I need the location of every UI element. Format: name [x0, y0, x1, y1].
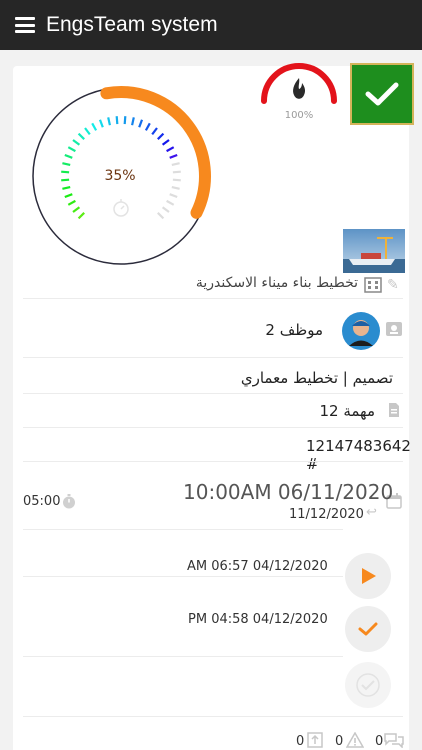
divider: [23, 529, 343, 530]
stopwatch-icon: [113, 199, 129, 217]
divider: [23, 716, 403, 717]
employee-name[interactable]: موظف 2: [265, 321, 323, 339]
avatar[interactable]: [341, 311, 381, 351]
gauge-tick: [107, 117, 111, 126]
gauge-tick: [91, 122, 98, 131]
gauge-tick: [64, 153, 73, 159]
gauge-tick: [123, 116, 127, 125]
building-icon: [364, 277, 382, 293]
gauge-tick: [67, 146, 76, 153]
start-datetime: 10:00AM 06/11/2020: [183, 480, 394, 504]
end-date: 11/12/2020: [289, 507, 364, 522]
comments-icon[interactable]: [384, 732, 404, 748]
project-id: 12147483642 #: [306, 437, 422, 473]
progress-arc: [100, 86, 211, 219]
app-bar: EngsTeam system: [0, 0, 422, 50]
warning-icon[interactable]: [346, 732, 364, 748]
double-check-icon: [356, 673, 380, 697]
gauge-tick: [161, 206, 170, 213]
play-icon: [362, 568, 376, 584]
gauge-tick: [166, 146, 175, 153]
gauge-tick: [172, 178, 181, 182]
priority-gauge: [261, 63, 337, 104]
comments-count: 0: [375, 734, 384, 749]
divider: [23, 393, 403, 394]
task-name[interactable]: مهمة 12: [319, 402, 375, 420]
gauge-tick: [131, 117, 135, 126]
finish-button[interactable]: [345, 606, 391, 652]
divider: [23, 427, 403, 428]
project-image: [343, 229, 405, 273]
app-title: EngsTeam system: [46, 13, 218, 36]
progress-label: 35%: [104, 168, 136, 184]
start-button[interactable]: [345, 553, 391, 599]
document-icon: [389, 403, 399, 417]
started-at: AM 06:57 04/12/2020: [187, 559, 328, 574]
reply-icon: ↩: [366, 505, 377, 520]
gauge-tick: [64, 193, 73, 199]
priority-label: 100%: [284, 110, 314, 121]
duration: 05:00: [23, 494, 61, 509]
gauge-tick: [169, 153, 178, 159]
gauge-tick: [72, 206, 81, 213]
gauge-tick: [62, 162, 71, 166]
category: تصميم | تخطيط معماري: [240, 369, 393, 387]
check-icon: [358, 622, 378, 636]
gauge-tick: [157, 212, 165, 220]
gauge-tick: [171, 162, 180, 166]
gauge-tick: [144, 122, 151, 131]
gauge-tick: [161, 139, 170, 146]
gauge-tick: [115, 116, 119, 125]
user-card-icon: [386, 322, 402, 336]
gauge-tick: [77, 132, 85, 140]
complete-button[interactable]: [350, 63, 414, 125]
gauge-tick: [171, 186, 180, 190]
menu-icon[interactable]: [15, 17, 35, 33]
gauge-tick: [157, 132, 165, 140]
gauge-tick: [77, 212, 85, 220]
uploads-count: 0: [296, 734, 305, 749]
gauge-tick: [169, 193, 178, 199]
divider: [23, 656, 343, 657]
gauge-tick: [72, 139, 81, 146]
gauge-tick: [61, 178, 70, 182]
gauge-tick: [98, 119, 104, 128]
gauge-tick: [166, 199, 175, 206]
divider: [23, 461, 403, 462]
gauge-tick: [138, 119, 144, 128]
divider: [23, 298, 403, 299]
gauge-tick: [62, 186, 71, 190]
finished-at: PM 04:58 04/12/2020: [188, 612, 328, 627]
warnings-count: 0: [335, 734, 344, 749]
project-id-number: 12147483642: [306, 437, 411, 455]
flame-icon: [293, 78, 306, 99]
gauge-tick: [151, 127, 158, 136]
gauge-tick: [67, 199, 76, 206]
approve-button[interactable]: [345, 662, 391, 708]
upload-icon[interactable]: [307, 732, 323, 748]
check-icon: [365, 82, 399, 106]
pencil-icon[interactable]: ✎: [387, 277, 399, 293]
timer-icon: [63, 494, 75, 509]
gauge-tick: [172, 170, 181, 174]
gauge-tick: [84, 127, 91, 136]
project-id-prefix: #: [306, 455, 319, 473]
gauge-tick: [61, 170, 70, 174]
divider: [23, 576, 343, 577]
project-name[interactable]: تخطيط بناء ميناء الاسكندرية: [196, 275, 358, 291]
divider: [23, 357, 403, 358]
